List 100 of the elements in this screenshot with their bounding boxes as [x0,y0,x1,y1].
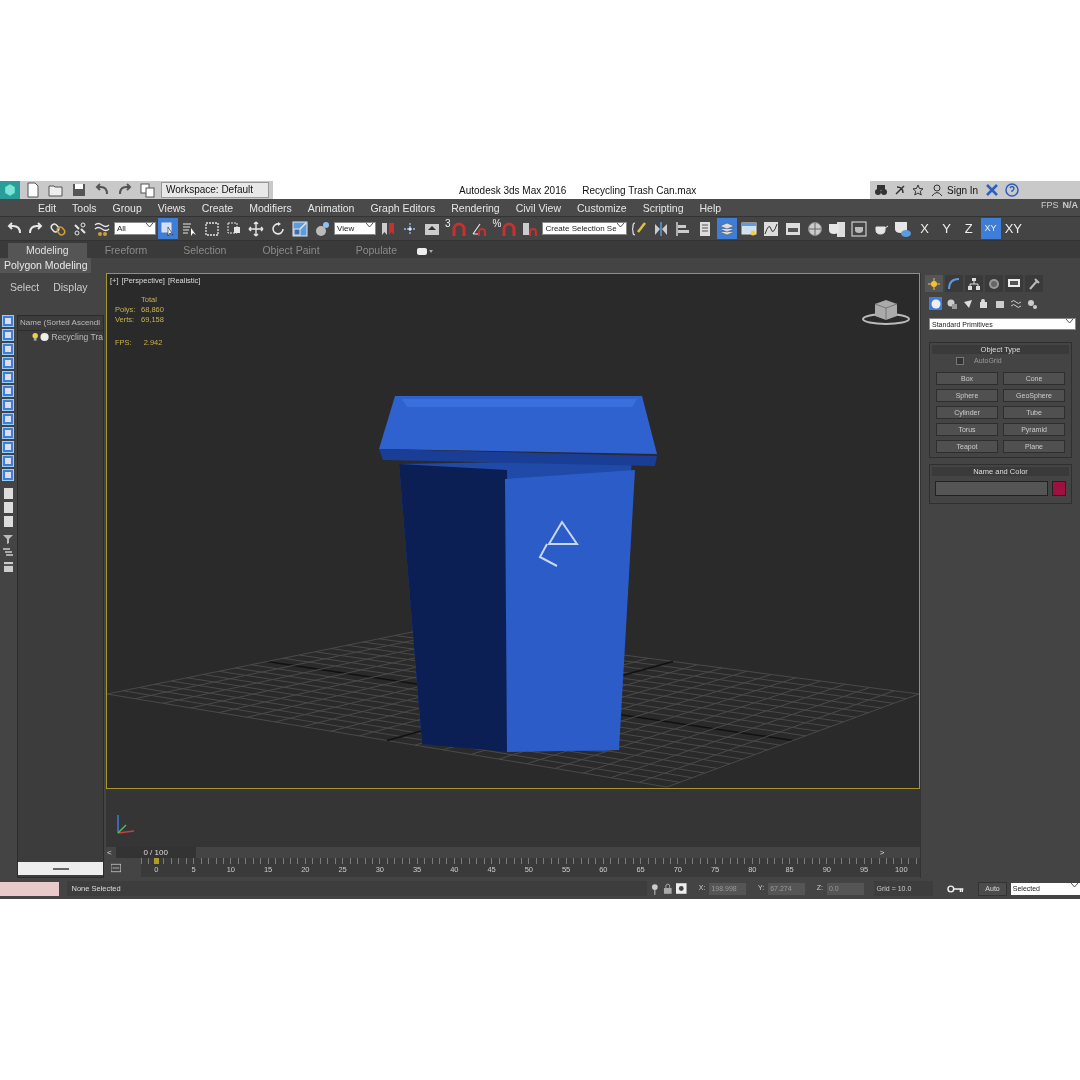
explorer-tab[interactable]: Display [53,279,88,297]
menu-item[interactable]: Create [193,199,242,216]
sheet-button[interactable] [2,515,14,527]
sphere-icon [930,298,941,309]
workspace-dropdown[interactable]: Workspace: Default [161,182,269,198]
menu-item[interactable]: Rendering [443,199,508,216]
menu-item[interactable]: Edit [30,199,65,216]
menu-item[interactable]: Group [104,199,150,216]
app-title: Autodesk 3ds Max 2016 [459,183,567,198]
chevron-down-icon [1066,319,1073,324]
filter-button[interactable] [2,315,14,327]
chevron-down-icon [366,223,373,228]
sphere-button[interactable] [929,297,942,310]
waves-button[interactable] [1009,297,1022,310]
fps-label: FPS [1041,199,1059,212]
teapot-frame-button[interactable] [848,218,869,239]
ribbon-panel-title[interactable]: Polygon Modeling [0,258,92,273]
filter-button[interactable] [2,329,14,341]
teapot-cloud-icon [894,220,911,237]
crosshair-dots-icon [402,220,418,237]
speech-bubble-icon [417,246,434,256]
menu-item[interactable]: Civil View [507,199,569,216]
filter-button[interactable] [2,357,14,369]
previous-frame-button[interactable]: < [105,847,114,858]
axis-constraint-button[interactable]: Z [958,218,979,239]
shapes-button[interactable] [945,297,958,310]
name-field[interactable] [935,480,1048,496]
autogrid-checkbox[interactable] [956,357,964,366]
filter-button[interactable] [2,455,14,467]
axis-constraint-button[interactable]: XY [1002,218,1024,239]
magnet-button[interactable]: % [491,218,519,239]
funnel-button[interactable] [2,533,14,545]
axis-constraint-button[interactable]: XY [980,218,1001,239]
camera-button[interactable] [977,297,990,310]
explorer-tab[interactable]: Select [10,279,40,297]
scene-object-row[interactable]: Recycling Tra [18,331,103,344]
hierarchy-button[interactable] [2,547,14,559]
curve-arc-tab[interactable] [945,275,963,292]
lamp-button[interactable] [961,297,974,310]
crossing-square-icon [226,220,242,237]
transform-mode-icon [676,883,687,894]
clock-tab[interactable] [985,275,1003,292]
snap-label: % [492,219,502,229]
shapes-icon [946,298,957,309]
toolbar-dropdown[interactable]: Create Selection Se [542,222,627,235]
camera-icon [978,298,989,309]
hammer-icon [1028,277,1040,290]
menu-item[interactable]: Animation [299,199,363,216]
menu-item[interactable]: Scripting [634,199,692,216]
snap-label: 3 [445,219,451,229]
monitor-tab[interactable] [1005,275,1023,292]
mirror-bars-icon [652,220,669,237]
magnet-button[interactable]: 3 [444,218,468,239]
monitor-icon [1008,277,1020,290]
toolbar-dropdown[interactable]: View [334,222,376,235]
hammer-tab[interactable] [1025,275,1043,292]
stacked-sheets-icon [718,220,735,237]
ribbon-tab[interactable]: Modeling [8,243,87,258]
filter-button[interactable] [2,371,14,383]
sphere-pin-icon [314,220,330,237]
panel-icon [3,562,13,572]
sheet-icon [3,487,13,499]
lightbulb-icon [32,332,39,343]
stacked-sheets-button[interactable] [716,218,737,239]
color-swatch[interactable] [1052,480,1066,496]
star-icon [912,184,924,196]
column-header[interactable]: Name (Sorted Ascendi [18,316,103,331]
panel-button[interactable] [2,561,14,573]
menu-item[interactable]: Views [149,199,194,216]
axis-constraint-button[interactable]: Y [936,218,957,239]
filter-button[interactable] [2,441,14,453]
lock-icon [662,883,673,894]
filter-button[interactable] [2,399,14,411]
sun-tab[interactable] [925,275,943,292]
teapot-sheet-icon [828,220,845,237]
filter-button[interactable] [2,427,14,439]
next-frame-button[interactable]: > [877,847,887,858]
menu-item[interactable]: Modifiers [241,199,300,216]
project-folder-button[interactable] [138,182,158,198]
filter-button[interactable] [2,469,14,481]
toolbar-dropdown[interactable]: All [114,222,156,235]
gears-button[interactable] [1025,297,1038,310]
file-name: Recycling Trash Can.max [582,183,697,198]
hierarchy-tab[interactable] [965,275,983,292]
scale-square-button[interactable] [290,218,310,239]
filter-button[interactable] [2,343,14,355]
sheet-button[interactable] [2,487,14,499]
filter-button[interactable] [2,413,14,425]
menu-item[interactable]: Help [691,199,730,216]
menu-item[interactable]: Customize [569,199,635,216]
filter-button[interactable] [2,385,14,397]
broken-link-icon [72,220,88,237]
listener-field[interactable] [0,881,60,896]
menu-item[interactable]: Tools [64,199,105,216]
axis-constraint-button[interactable]: X [914,218,935,239]
menu-item[interactable]: Graph Editors [362,199,444,216]
pin-icon [651,882,659,895]
time-slider-thumb[interactable]: 0 / 100 [115,847,196,858]
sheet-button[interactable] [2,501,14,513]
cursor-on-cube-button[interactable] [158,218,178,239]
